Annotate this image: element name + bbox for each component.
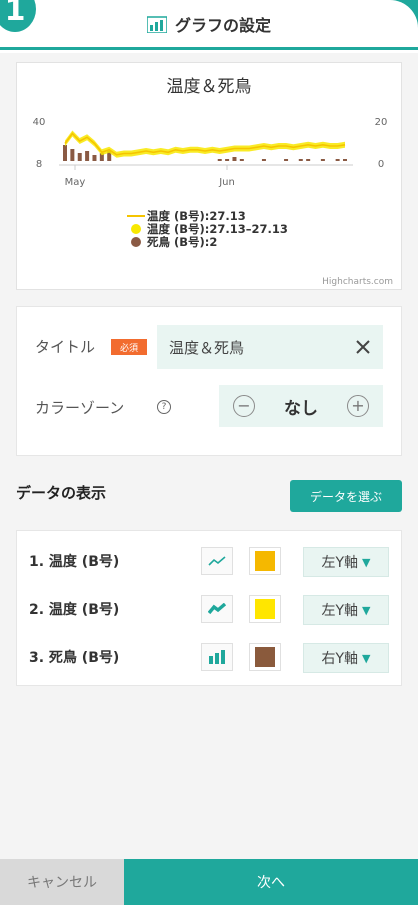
color-swatch — [255, 599, 275, 619]
clear-icon[interactable] — [353, 337, 373, 357]
cancel-button[interactable]: キャンセル — [0, 859, 124, 905]
axis-tick-label: May — [65, 177, 86, 188]
title-input[interactable]: 温度＆死鳥 — [157, 325, 383, 369]
title-input-value: 温度＆死鳥 — [169, 338, 245, 357]
color-swatch — [255, 647, 275, 667]
plus-icon[interactable]: + — [347, 395, 369, 417]
axis-select-value: 左Y軸 — [321, 603, 359, 619]
data-row: 1. 温度 (B号) 左Y軸 ▼ — [17, 540, 403, 580]
chart-canvas: 40 8 20 0 May Jun — [33, 117, 388, 188]
bar — [261, 159, 266, 161]
bar-chart-icon[interactable] — [201, 643, 233, 671]
bar — [63, 145, 67, 161]
range-chart-icon[interactable] — [201, 595, 233, 623]
chart-credit[interactable]: Highcharts.com — [322, 277, 393, 287]
required-badge: 必須 — [111, 339, 147, 355]
chart-legend: 温度 (B号):27.13 温度 (B号):27.13–27.13 死鳥 (B号… — [125, 209, 288, 249]
legend-dot-icon — [125, 236, 147, 248]
axis-tick-label: 40 — [33, 117, 46, 128]
bar — [70, 149, 75, 161]
bar — [92, 155, 97, 161]
data-row-label: 2. 温度 (B号) — [29, 602, 120, 618]
minus-icon[interactable]: − — [233, 395, 255, 417]
axis-select[interactable]: 左Y軸 ▼ — [303, 595, 389, 625]
axis-tick-label: 0 — [378, 159, 384, 170]
color-zone-value: なし — [284, 398, 318, 419]
axis-tick-label: 20 — [375, 117, 388, 128]
color-picker-button[interactable] — [249, 595, 281, 623]
caret-down-icon: ▼ — [362, 651, 371, 665]
caret-down-icon: ▼ — [362, 603, 371, 617]
bar — [85, 151, 90, 161]
color-swatch — [255, 551, 275, 571]
bar — [284, 159, 289, 161]
data-list: 1. 温度 (B号) 左Y軸 ▼ 2. 温度 (B号) 左Y軸 ▼ 3. 死鳥 … — [16, 530, 402, 686]
choose-data-button[interactable]: データを選ぶ — [290, 480, 402, 512]
range-area — [65, 130, 345, 158]
legend-dot-icon — [125, 223, 147, 235]
axis-tick-label: Jun — [218, 177, 235, 188]
color-picker-button[interactable] — [249, 643, 281, 671]
bar — [77, 153, 82, 161]
app-frame: グラフの設定 1 温度＆死鳥 40 8 20 0 May Jun 温度 (B号):27.1… — [0, 0, 418, 905]
legend-line-icon — [125, 214, 147, 218]
color-zone-stepper: − なし + — [219, 385, 383, 427]
color-zone-label: カラーゾーン — [35, 399, 125, 417]
bar — [232, 157, 237, 161]
help-icon[interactable]: ? — [157, 400, 171, 414]
data-section-heading: データの表示 — [16, 484, 107, 502]
axis-tick-label: 8 — [36, 159, 42, 170]
axis-select-value: 右Y軸 — [321, 651, 359, 667]
bar — [239, 159, 244, 161]
color-picker-button[interactable] — [249, 547, 281, 575]
page-title: グラフの設定 — [174, 15, 271, 35]
title-label: タイトル — [35, 338, 96, 356]
chart-settings-icon — [146, 15, 167, 33]
legend-item: 死鳥 (B号):2 — [125, 234, 288, 249]
data-row-label: 1. 温度 (B号) — [29, 554, 120, 570]
bar — [320, 159, 325, 161]
line-chart-icon[interactable] — [201, 547, 233, 575]
axis-select[interactable]: 右Y軸 ▼ — [303, 643, 389, 673]
bar — [343, 159, 347, 161]
data-row: 2. 温度 (B号) 左Y軸 ▼ — [17, 588, 403, 628]
axis-select-value: 左Y軸 — [321, 555, 359, 571]
data-row-label: 3. 死鳥 (B号) — [29, 650, 120, 666]
chart-preview: 温度＆死鳥 40 8 20 0 May Jun 温度 (B号):27.13 温度 (B号)… — [16, 62, 402, 290]
bar — [306, 159, 311, 161]
axis-select[interactable]: 左Y軸 ▼ — [303, 547, 389, 577]
bar — [217, 159, 222, 161]
data-row: 3. 死鳥 (B号) 右Y軸 ▼ — [17, 636, 403, 676]
legend-label: 死鳥 (B号):2 — [147, 234, 218, 249]
header: グラフの設定 — [0, 0, 418, 50]
bar — [298, 159, 303, 161]
next-button[interactable]: 次へ — [124, 859, 418, 905]
bar — [225, 159, 230, 161]
settings-card: タイトル 必須 温度＆死鳥 カラーゾーン ? − なし + — [16, 306, 402, 456]
caret-down-icon: ▼ — [362, 555, 371, 569]
bar — [335, 159, 340, 161]
